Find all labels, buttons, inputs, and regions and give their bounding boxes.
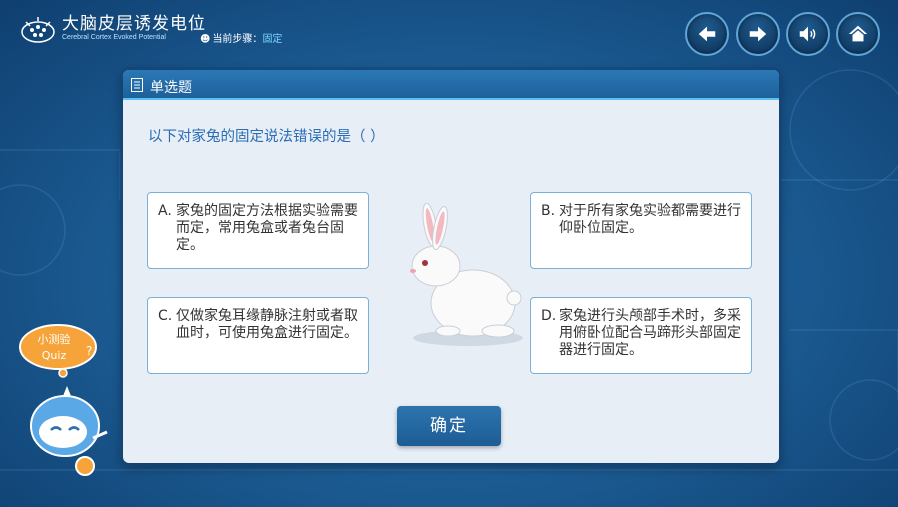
app-brand: 大脑皮层诱发电位 Cerebral Cortex Evoked Potentia… [62, 15, 206, 41]
option-letter: D. [541, 308, 557, 324]
option-d[interactable]: D. 家兔进行头颅部手术时，多采用俯卧位配合马蹄形头部固定器进行固定。 [530, 297, 752, 374]
rabbit-illustration [410, 203, 523, 346]
option-letter: B. [541, 203, 556, 219]
question-text: 以下对家兔的固定说法错误的是（ ） [148, 129, 385, 145]
option-letter: C. [158, 308, 173, 324]
sound-button[interactable] [786, 12, 830, 56]
option-text: 家兔的固定方法根据实验需要而定，常用兔盒或者兔台固定。 [176, 203, 358, 253]
quiz-bubble: 小测验 Quiz ? [19, 324, 97, 378]
home-button[interactable] [836, 12, 880, 56]
step-value: 固定 [262, 34, 283, 45]
quiz-dialog: 单选题 以下对家兔的固定说法错误的是（ ） A. 家兔的固定方法根据实验需要而定… [123, 70, 779, 463]
back-button[interactable] [685, 12, 729, 56]
home-icon [848, 25, 868, 42]
current-step: ☻ 当前步骤：固定 [200, 30, 282, 45]
brain-logo-icon [21, 17, 55, 43]
option-b[interactable]: B. 对于所有家兔实验都需要进行仰卧位固定。 [530, 192, 752, 269]
app-title: 大脑皮层诱发电位 [62, 14, 206, 34]
arrow-left-icon [698, 26, 716, 42]
confirm-button[interactable]: 确定 [397, 406, 501, 446]
quiz-subtitle: Quiz [42, 349, 67, 362]
option-text: 对于所有家兔实验都需要进行仰卧位固定。 [559, 203, 741, 236]
option-text: 仅做家兔耳缘静脉注射或者取血时，可使用兔盒进行固定。 [176, 308, 358, 341]
option-letter: A. [158, 203, 172, 219]
robot-mascot-icon [30, 386, 108, 476]
app-subtitle: Cerebral Cortex Evoked Potential [62, 34, 166, 41]
question-mark-icon: ? [86, 344, 92, 358]
speaker-icon [799, 26, 816, 42]
option-text: 家兔进行头颅部手术时，多采用俯卧位配合马蹄形头部固定器进行固定。 [559, 308, 741, 358]
dialog-header: 单选题 [123, 70, 779, 100]
forward-button[interactable] [736, 12, 780, 56]
arrow-right-icon [749, 26, 767, 42]
person-icon: ☻ [200, 34, 211, 45]
dialog-title: 单选题 [150, 80, 192, 96]
option-c[interactable]: C. 仅做家兔耳缘静脉注射或者取血时，可使用兔盒进行固定。 [147, 297, 369, 374]
list-icon [131, 78, 143, 92]
step-label: 当前步骤： [212, 34, 263, 45]
option-a[interactable]: A. 家兔的固定方法根据实验需要而定，常用兔盒或者兔台固定。 [147, 192, 369, 269]
quiz-title: 小测验 [38, 332, 71, 346]
